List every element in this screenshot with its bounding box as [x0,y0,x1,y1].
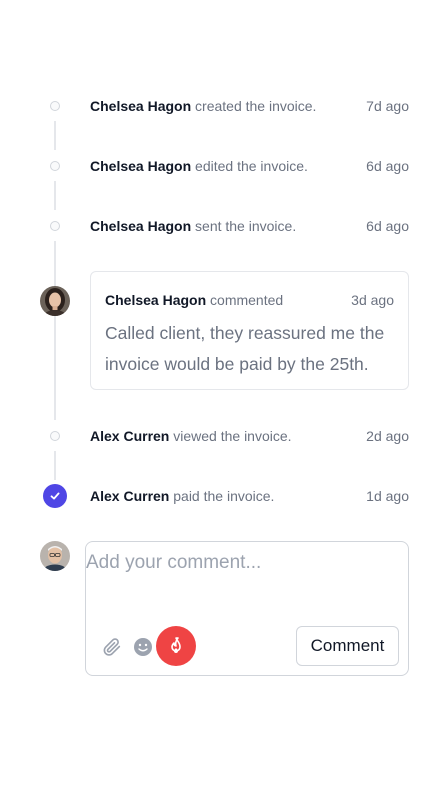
activity-person: Chelsea Hagon [90,158,192,174]
activity-time: 2d ago [366,428,409,444]
activity-item: Alex Curren viewed the invoice. 2d ago [90,425,409,447]
comment-card: Chelsea Hagon commented 3d ago Called cl… [90,271,409,390]
timeline-connector [54,451,56,480]
comment-author: Chelsea Hagon [105,292,207,308]
activity-person: Alex Curren [90,428,170,444]
activity-person: Chelsea Hagon [90,218,192,234]
activity-action: created the invoice. [195,98,317,114]
activity-action: edited the invoice. [195,158,308,174]
timeline-connector [54,181,56,210]
activity-action: viewed the invoice. [173,428,292,444]
activity-time: 6d ago [366,218,409,234]
avatar [40,286,70,316]
check-circle-icon [43,484,67,508]
activity-time: 6d ago [366,158,409,174]
comment-submit-button[interactable]: Comment [296,626,399,666]
fire-icon[interactable] [156,626,196,666]
timeline-dot-icon [50,101,60,111]
activity-item: Chelsea Hagon created the invoice. 7d ag… [90,95,409,117]
timeline-connector [54,241,56,420]
activity-person: Chelsea Hagon [90,98,192,114]
comment-text: Called client, they reassured me the inv… [105,323,385,374]
timeline-dot-icon [50,161,60,171]
paperclip-icon[interactable] [101,636,123,658]
comment-action: commented [210,292,284,308]
avatar-user-icon [40,541,70,571]
timeline-dot-icon [50,221,60,231]
activity-item: Alex Curren paid the invoice. 1d ago [90,485,409,507]
comment-input[interactable] [86,552,408,622]
activity-item: Chelsea Hagon edited the invoice. 6d ago [90,155,409,177]
timeline-dot-icon [50,431,60,441]
timeline-connector [54,121,56,150]
current-user-avatar [40,541,70,571]
avatar-chelsea-icon [40,286,70,316]
comment-composer: Comment [85,541,409,676]
comment-time: 3d ago [351,292,394,308]
activity-person: Alex Curren [90,488,170,504]
activity-action: paid the invoice. [173,488,275,504]
activity-action: sent the invoice. [195,218,297,234]
smiley-icon[interactable] [132,636,154,658]
activity-time: 7d ago [366,98,409,114]
comment-header: Chelsea Hagon commented 3d ago [105,292,394,308]
activity-item: Chelsea Hagon sent the invoice. 6d ago [90,215,409,237]
activity-feed: Chelsea Hagon created the invoice. 7d ag… [0,0,448,798]
activity-time: 1d ago [366,488,409,504]
